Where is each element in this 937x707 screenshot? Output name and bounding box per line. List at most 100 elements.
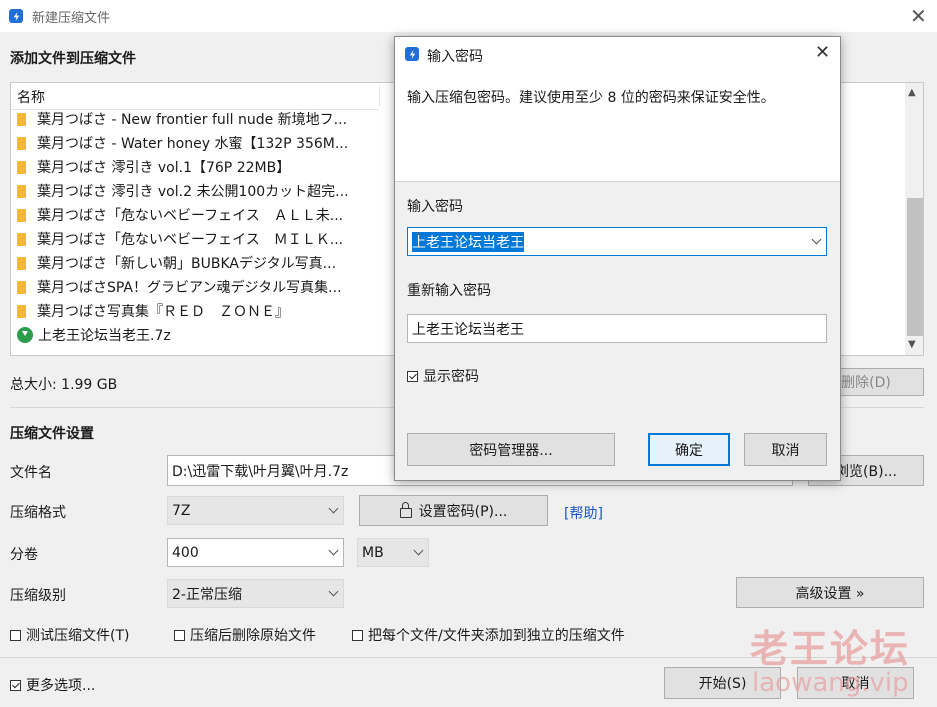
dialog-close-icon[interactable]: ✕ [815, 43, 830, 63]
chevron-down-icon[interactable] [811, 234, 822, 244]
dialog-info-text: 输入压缩包密码。建议使用至少 8 位的密码来保证安全性。 [407, 90, 775, 106]
chevron-down-icon [328, 503, 339, 513]
show-password-toggle[interactable]: 显示密码 [407, 366, 479, 386]
app-logo-icon [9, 9, 23, 23]
option-test-archive[interactable]: 测试压缩文件(T) [10, 625, 129, 645]
watermark-url: laowang.vip [752, 668, 909, 698]
list-item[interactable]: 葉月つばさ 澪引き vol.2 未公開100カット超完... [17, 180, 349, 202]
column-separator [379, 85, 380, 107]
scroll-thumb[interactable] [907, 198, 923, 336]
list-item-label: 葉月つばさ 澪引き vol.1【76P 22MB】 [37, 160, 291, 176]
reenter-password-value: 上老王论坛当老王 [412, 321, 524, 338]
dialog-cancel-button[interactable]: 取消 [744, 433, 827, 466]
list-item-label: 葉月つばさSPA！グラビアン魂デジタル写真集... [37, 280, 342, 296]
dialog-title: 输入密码 [427, 49, 483, 65]
list-item-label: 葉月つばさ「危ないベビーフェイス ＭＩＬＫ... [37, 232, 344, 248]
reenter-password-label: 重新输入密码 [407, 283, 491, 299]
chevron-down-icon[interactable] [328, 545, 339, 555]
folder-icon [17, 280, 26, 294]
format-label: 压缩格式 [10, 505, 66, 521]
ok-button-label: 确定 [675, 442, 703, 459]
checkbox[interactable] [352, 630, 363, 641]
list-item[interactable]: 上老王论坛当老王.7z [17, 324, 171, 346]
folder-icon [17, 184, 26, 198]
option-separate-archives[interactable]: 把每个文件/文件夹添加到独立的压缩文件 [352, 625, 625, 645]
list-item[interactable]: 葉月つばさ 澪引き vol.1【76P 22MB】 [17, 156, 290, 178]
show-password-label: 显示密码 [423, 369, 479, 385]
file-list-scrollbar[interactable]: ▲ ▼ [905, 83, 923, 355]
window-close-icon[interactable]: ✕ [910, 6, 927, 26]
folder-icon [17, 208, 26, 222]
list-item[interactable]: 葉月つばさSPA！グラビアン魂デジタル写真集... [17, 276, 342, 298]
dialog-cancel-label: 取消 [771, 442, 800, 459]
total-size-label: 总大小: 1.99 GB [10, 377, 118, 393]
format-value: 7Z [172, 502, 191, 519]
set-password-label: 设置密码(P)... [418, 503, 508, 520]
password-input[interactable]: 上老王论坛当老王 [407, 227, 827, 256]
settings-section-title: 压缩文件设置 [10, 426, 94, 442]
split-size-input[interactable]: 400 [167, 538, 344, 567]
list-item[interactable]: 葉月つばさ - New frontier full nude 新境地フ... [17, 108, 347, 130]
level-value: 2-正常压缩 [172, 586, 242, 603]
list-item-label: 上老王论坛当老王.7z [38, 328, 171, 344]
browse-button-label: 浏览(B)... [835, 463, 897, 480]
list-item-label: 葉月つばさ「危ないベビーフェイス ＡＬＬ未... [37, 208, 344, 224]
window-title: 新建压缩文件 [32, 11, 111, 26]
checkbox-checked[interactable] [10, 680, 21, 691]
split-size-value: 400 [172, 544, 199, 561]
password-value: 上老王论坛当老王 [412, 231, 524, 252]
window-titlebar [0, 0, 937, 32]
list-item[interactable]: 葉月つばさ「危ないベビーフェイス ＭＩＬＫ... [17, 228, 343, 250]
level-label: 压缩级别 [10, 588, 66, 604]
password-manager-button[interactable]: 密码管理器... [407, 433, 615, 466]
checkbox-checked[interactable] [407, 371, 418, 382]
list-item-label: 葉月つばさ - New frontier full nude 新境地フ... [37, 112, 348, 128]
option-delete-label: 压缩后删除原始文件 [190, 628, 316, 644]
more-options-label: 更多选项... [26, 678, 96, 694]
filename-value: D:\迅雷下载\叶月翼\叶月.7z [172, 463, 349, 480]
level-select[interactable]: 2-正常压缩 [167, 579, 344, 608]
list-item-label: 葉月つばさ写真集『ＲＥＤ ＺＯＮＥ』 [37, 304, 289, 320]
dialog-info-panel [395, 69, 840, 182]
advanced-settings-button[interactable]: 高级设置 » [736, 577, 924, 608]
list-item-label: 葉月つばさ「新しい朝」BUBKAデジタル写真... [37, 256, 337, 272]
delete-button-label: 删除(D) [841, 375, 891, 391]
checkbox[interactable] [10, 630, 21, 641]
chevron-down-icon [328, 586, 339, 596]
folder-icon [17, 160, 26, 174]
password-label: 输入密码 [407, 199, 463, 215]
format-select[interactable]: 7Z [167, 496, 344, 525]
list-item[interactable]: 葉月つばさ「危ないベビーフェイス ＡＬＬ未... [17, 204, 343, 226]
column-header-name[interactable]: 名称 [17, 87, 45, 107]
split-label: 分卷 [10, 547, 38, 563]
list-item[interactable]: 葉月つばさ写真集『ＲＥＤ ＺＯＮＥ』 [17, 300, 289, 322]
folder-icon [17, 232, 26, 246]
list-item-label: 葉月つばさ 澪引き vol.2 未公開100カット超完... [37, 184, 349, 200]
folder-icon [17, 112, 26, 126]
split-unit-select[interactable]: MB [357, 538, 429, 567]
filename-label: 文件名 [10, 465, 52, 481]
option-separate-label: 把每个文件/文件夹添加到独立的压缩文件 [368, 628, 625, 644]
checkbox[interactable] [174, 630, 185, 641]
set-password-button[interactable]: 设置密码(P)... [359, 495, 548, 526]
option-test-label: 测试压缩文件(T) [26, 628, 130, 644]
folder-icon [17, 136, 26, 150]
option-delete-after[interactable]: 压缩后删除原始文件 [174, 625, 316, 645]
files-section-title: 添加文件到压缩文件 [10, 51, 136, 67]
scroll-down-icon[interactable]: ▼ [908, 339, 916, 350]
password-manager-label: 密码管理器... [469, 442, 553, 459]
7z-archive-icon [17, 327, 33, 343]
watermark-logo: 老王论坛 [750, 627, 911, 671]
reenter-password-input[interactable]: 上老王论坛当老王 [407, 314, 827, 343]
chevron-down-icon [413, 545, 424, 555]
scroll-up-icon[interactable]: ▲ [908, 87, 916, 98]
folder-icon [17, 256, 26, 270]
list-item-label: 葉月つばさ - Water honey 水蜜【132P 356M... [37, 136, 349, 152]
app-logo-icon [405, 47, 419, 61]
more-options-toggle[interactable]: 更多选项... [10, 675, 95, 695]
ok-button[interactable]: 确定 [648, 433, 730, 466]
advanced-settings-label: 高级设置 » [795, 585, 865, 602]
list-item[interactable]: 葉月つばさ - Water honey 水蜜【132P 356M... [17, 132, 348, 154]
list-item[interactable]: 葉月つばさ「新しい朝」BUBKAデジタル写真... [17, 252, 336, 274]
help-link[interactable]: [帮助] [564, 503, 603, 523]
